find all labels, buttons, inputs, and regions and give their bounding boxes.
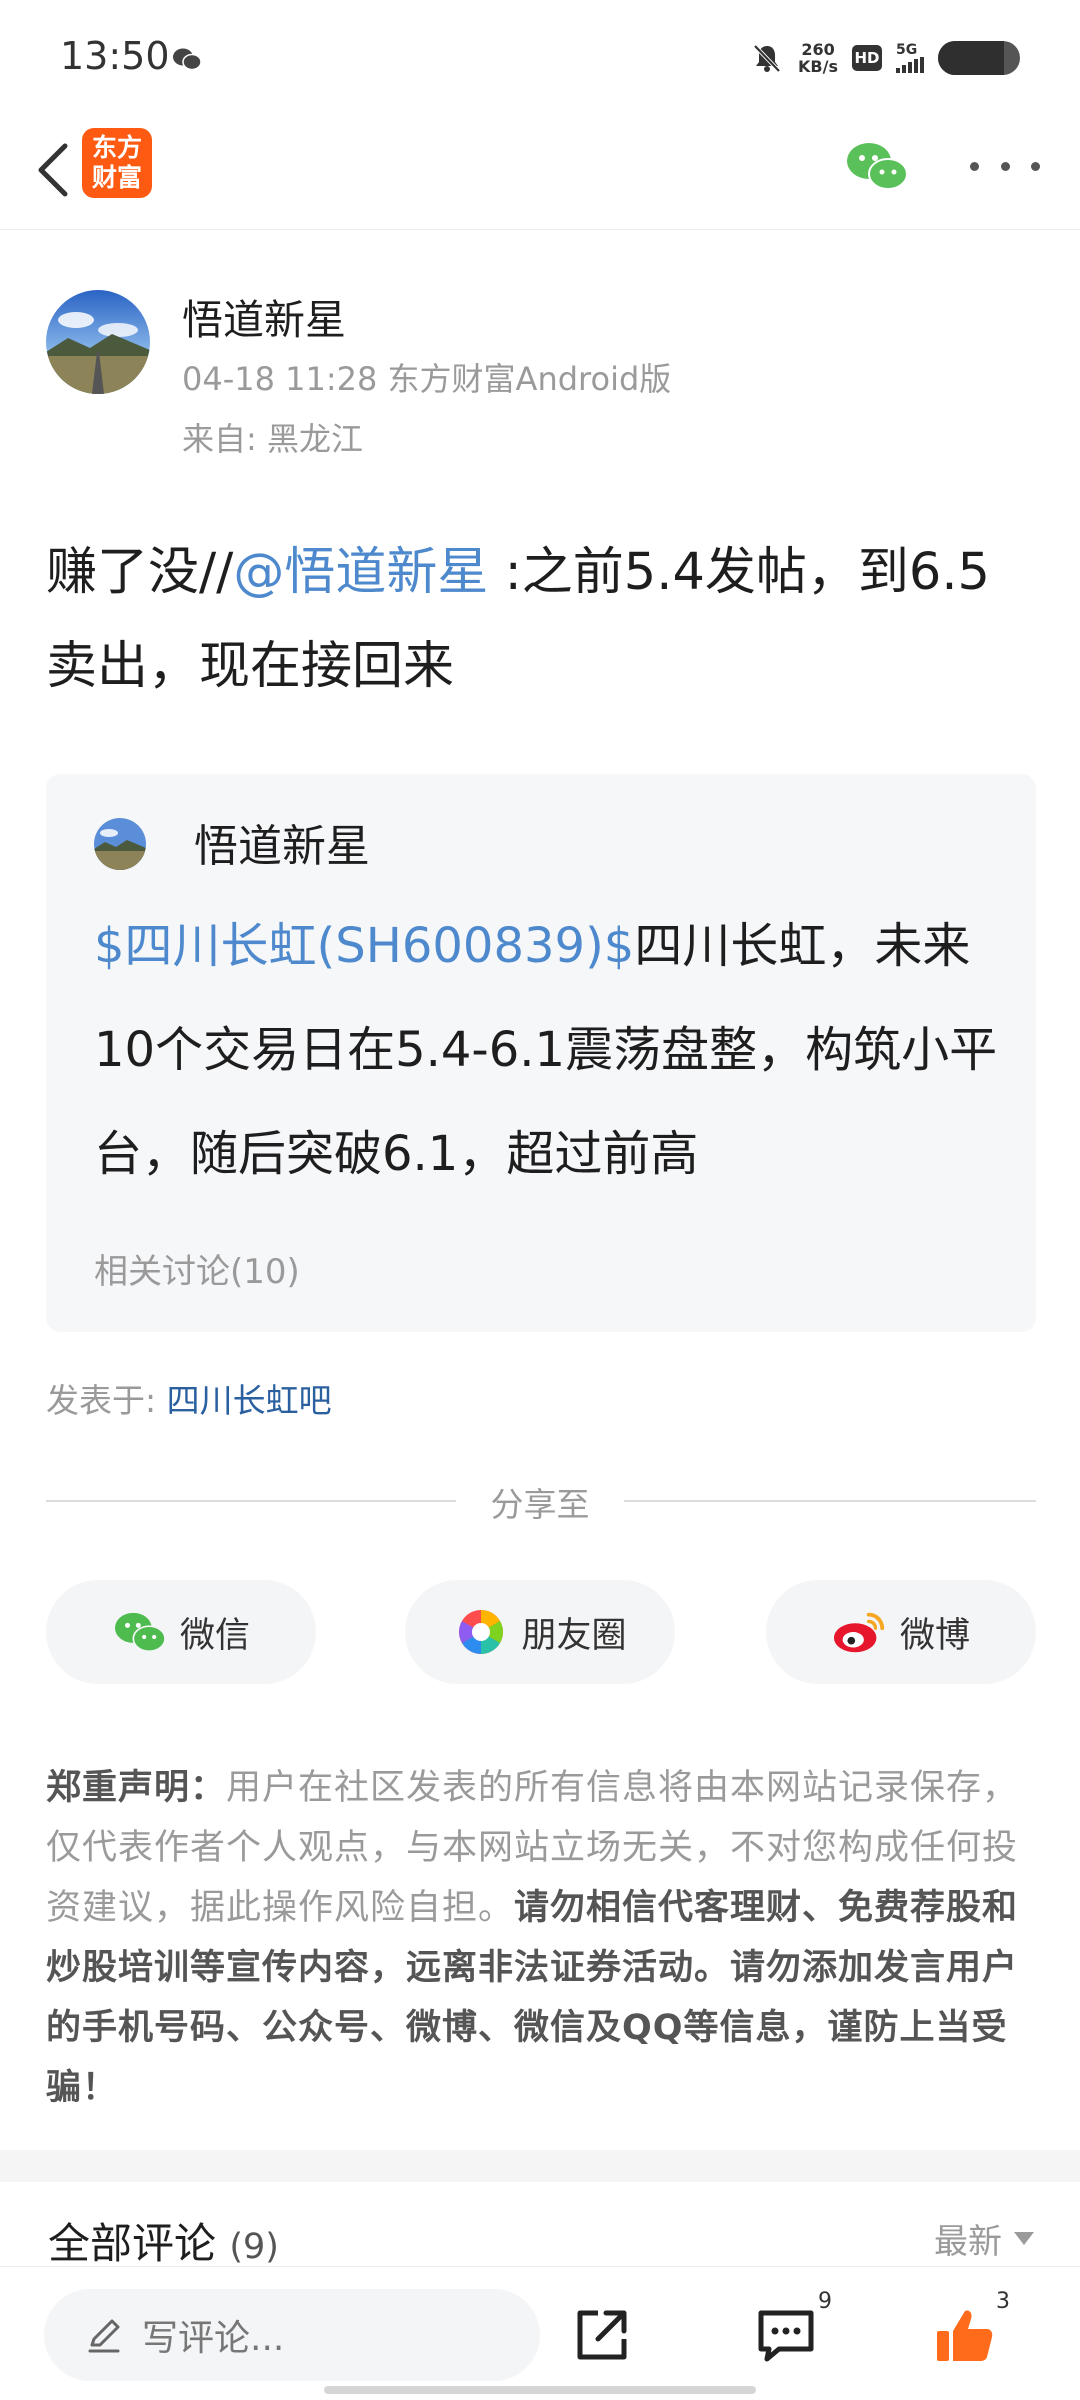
share-external-icon	[577, 2310, 627, 2360]
logo-line-2: 财富	[91, 163, 142, 192]
landscape-avatar-image	[46, 290, 150, 394]
author-avatar[interactable]	[46, 290, 150, 394]
quoted-post-card[interactable]: 悟道新星 $四川长虹(SH600839)$四川长虹，未来10个交易日在5.4-6…	[46, 774, 1036, 1332]
network-type: 5G	[896, 42, 918, 58]
post-body-prefix: 赚了没//	[46, 543, 234, 602]
post-meta: 04-18 11:28 东方财富Android版	[182, 360, 672, 398]
comment-input[interactable]: 写评论...	[44, 2289, 540, 2381]
hd-badge: HD	[852, 45, 882, 71]
share-title: 分享至	[490, 1485, 590, 1524]
author-mention-link[interactable]: @悟道新星	[233, 543, 488, 602]
moments-icon	[453, 1607, 509, 1657]
thumbs-up-icon	[937, 2310, 993, 2361]
share-moments-button[interactable]: 朋友圈	[405, 1580, 675, 1684]
more-options-button[interactable]	[970, 144, 1040, 188]
logo-line-1: 东方	[91, 133, 142, 162]
forward-button[interactable]	[562, 2295, 642, 2375]
share-wechat-button[interactable]: 微信	[46, 1580, 316, 1684]
share-wechat-label: 微信	[179, 1615, 250, 1656]
comments-count: (9)	[229, 2227, 279, 2267]
back-arrow-icon	[38, 143, 68, 197]
back-button[interactable]	[18, 130, 88, 210]
eastmoney-logo: 东方 财富	[82, 128, 152, 198]
landscape-avatar-image	[94, 818, 146, 870]
signal-indicator: 5G	[896, 43, 924, 73]
author-name[interactable]: 悟道新星	[182, 286, 346, 346]
comment-placeholder: 写评论...	[142, 2318, 285, 2359]
related-discussions-link[interactable]: 相关讨论(10)	[94, 1244, 300, 1293]
wechat-notification-icon	[173, 48, 202, 71]
network-speed-unit: KB/s	[798, 57, 838, 76]
share-moments-label: 朋友圈	[521, 1615, 627, 1656]
pencil-icon	[88, 2319, 120, 2353]
forum-link[interactable]: 四川长虹吧	[167, 1381, 332, 1420]
home-indicator	[324, 2386, 756, 2394]
wechat-share-icon[interactable]	[844, 136, 910, 196]
battery-level-fill	[938, 41, 1004, 75]
app-header: 东方 财富	[0, 118, 1080, 230]
quoted-author-name[interactable]: 悟道新星	[194, 810, 370, 874]
posted-in: 发表于: 四川长虹吧	[46, 1374, 332, 1422]
divider	[46, 1500, 456, 1502]
comments-header: 全部评论 (9)	[48, 2210, 279, 2271]
divider	[624, 1500, 1036, 1502]
battery-icon	[938, 41, 1020, 75]
post-body: 赚了没//@悟道新星 :之前5.4发帖，到6.5卖出，现在接回来	[46, 526, 1036, 714]
network-speed-value: 260	[801, 40, 835, 59]
bottom-action-bar: 写评论... 9 3	[0, 2266, 1080, 2400]
like-button[interactable]: 3	[924, 2289, 1010, 2375]
posted-in-label: 发表于:	[46, 1381, 167, 1420]
comments-button[interactable]: 9	[746, 2289, 832, 2375]
sort-dropdown[interactable]: 最新	[934, 2214, 1034, 2263]
sort-label: 最新	[934, 2222, 1002, 2262]
comment-count-badge: 9	[818, 2289, 832, 2314]
network-speed: 260 KB/s	[798, 41, 838, 75]
status-indicators: 260 KB/s HD 5G	[750, 38, 1020, 78]
section-separator	[0, 2150, 1080, 2182]
chevron-down-icon	[1014, 2232, 1034, 2245]
status-time: 13:50	[60, 34, 170, 78]
weibo-icon	[832, 1607, 888, 1657]
stock-link[interactable]: $四川长虹(SH600839)$	[94, 918, 634, 974]
quoted-author-avatar[interactable]	[94, 818, 146, 870]
share-weibo-label: 微博	[899, 1615, 970, 1656]
share-weibo-button[interactable]: 微博	[766, 1580, 1036, 1684]
status-bar: 13:50 260 KB/s HD 5G	[0, 0, 1080, 118]
mute-bell-icon	[753, 44, 781, 73]
disclaimer-title: 郑重声明：	[46, 1768, 227, 1808]
quoted-post-body: $四川长虹(SH600839)$四川长虹，未来10个交易日在5.4-6.1震荡盘…	[94, 894, 1014, 1206]
disclaimer: 郑重声明：用户在社区发表的所有信息将由本网站记录保存，仅代表作者个人观点，与本网…	[46, 1758, 1036, 2118]
post-location: 来自: 黑龙江	[182, 420, 363, 458]
wechat-icon	[112, 1607, 168, 1657]
signal-bars-icon	[896, 57, 924, 73]
like-count-badge: 3	[996, 2289, 1010, 2314]
comments-title: 全部评论	[48, 2219, 217, 2268]
comment-bubble-icon	[758, 2310, 814, 2362]
